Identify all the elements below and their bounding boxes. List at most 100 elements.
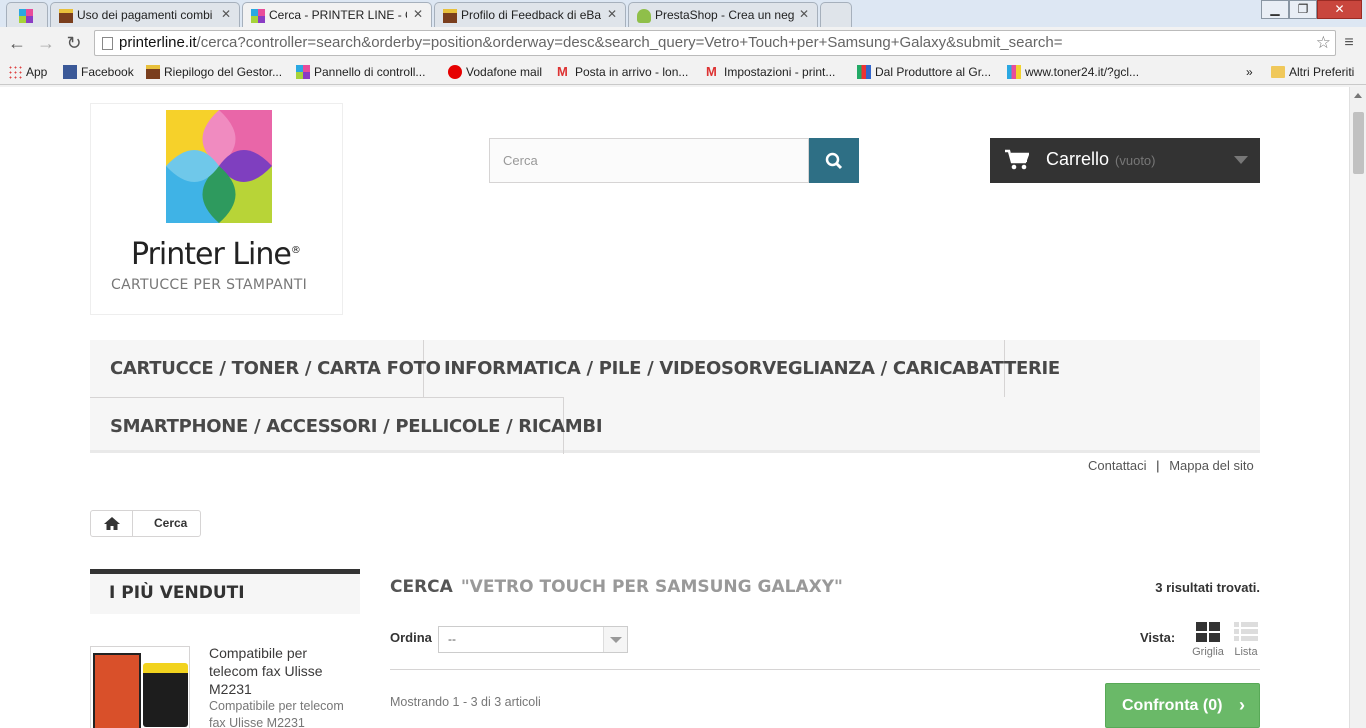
breadcrumb-current: Cerca [154, 516, 188, 530]
scroll-up-icon[interactable] [1354, 93, 1362, 98]
bookmark-gmail-inbox[interactable]: M Posta in arrivo - lon... [557, 63, 688, 81]
sitemap-link[interactable]: Mappa del sito [1169, 458, 1254, 473]
ebay-shop-icon [146, 65, 160, 79]
gmail-icon: M [557, 64, 568, 79]
facebook-icon [63, 65, 77, 79]
prestashop-favicon-icon [637, 9, 651, 23]
close-tab-icon[interactable]: ✕ [221, 7, 231, 21]
tab-pinned[interactable] [6, 2, 48, 27]
home-icon[interactable] [91, 511, 133, 536]
product-image[interactable] [90, 646, 190, 728]
sort-label: Ordina [390, 630, 432, 645]
printerline-favicon-icon [19, 9, 33, 23]
printerline-favicon-icon [251, 9, 265, 23]
grid-view-label: Griglia [1192, 646, 1224, 658]
cart-status: (vuoto) [1115, 153, 1156, 168]
cartridge-box-image [93, 653, 141, 728]
bookmark-produttore[interactable]: Dal Produttore al Gr... [857, 63, 991, 81]
grid-view-button[interactable]: Griglia [1188, 622, 1228, 662]
gmail-icon: M [706, 64, 717, 79]
close-tab-icon[interactable]: ✕ [607, 7, 617, 21]
page-scrollbar[interactable] [1349, 87, 1366, 728]
forward-arrow-icon[interactable]: → [35, 32, 57, 54]
cartridge-image [143, 663, 188, 727]
browser-chrome: Uso dei pagamenti combi ✕ Cerca - PRINTE… [0, 0, 1366, 87]
compare-button[interactable]: Confronta (0) › [1105, 683, 1260, 728]
bookmark-gestore[interactable]: Riepilogo del Gestor... [146, 63, 282, 81]
url-path: /cerca?controller=search&orderby=positio… [196, 34, 1063, 51]
close-tab-icon[interactable]: ✕ [413, 7, 423, 21]
view-label: Vista: [1140, 630, 1176, 645]
bookmark-vodafone[interactable]: Vodafone mail [448, 63, 542, 81]
product-name[interactable]: Compatibile per telecom fax Ulisse M2231 [209, 644, 349, 698]
list-view-label: Lista [1234, 646, 1258, 658]
maximize-icon[interactable]: ❐ [1289, 0, 1317, 19]
contact-link[interactable]: Contattaci [1088, 458, 1147, 473]
showing-count: Mostrando 1 - 3 di 3 articoli [390, 695, 541, 709]
chevron-down-icon [1234, 156, 1248, 164]
bookmark-facebook[interactable]: Facebook [63, 63, 134, 81]
cart-label: Carrello [1046, 149, 1110, 169]
vodafone-icon [448, 65, 462, 79]
main-menu: CARTUCCE / TONER / CARTA FOTO INFORMATIC… [90, 340, 1260, 454]
link-separator: | [1156, 458, 1160, 473]
bookmarks-overflow-icon[interactable]: » [1246, 63, 1253, 81]
sort-select[interactable]: -- [438, 626, 628, 653]
chrome-menu-icon[interactable]: ≡ [1338, 32, 1360, 54]
logo-subtitle: CARTUCCE PER STAMPANTI [111, 277, 308, 293]
bookmark-app[interactable]: App [8, 63, 47, 81]
ebay-shop-favicon-icon [443, 9, 457, 23]
bookmark-gmail-settings[interactable]: M Impostazioni - print... [706, 63, 835, 81]
page-icon [102, 37, 113, 50]
new-tab-button[interactable] [820, 2, 852, 27]
apps-grid-icon [8, 65, 22, 79]
tab-pagamenti[interactable]: Uso dei pagamenti combi ✕ [50, 2, 240, 27]
breadcrumb: Cerca [90, 510, 201, 537]
list-view-button[interactable]: Lista [1231, 622, 1261, 662]
bestsellers-title: I PIÙ VENDUTI [90, 569, 360, 614]
divider [390, 669, 1260, 670]
tab-strip: Uso dei pagamenti combi ✕ Cerca - PRINTE… [0, 0, 1366, 28]
shopping-cart-icon [1005, 149, 1029, 170]
tab-feedback-ebay[interactable]: Profilo di Feedback di eBa ✕ [434, 2, 626, 27]
browser-toolbar: ← → ↻ printerline.it/cerca?controller=se… [0, 27, 1366, 59]
tab-prestashop[interactable]: PrestaShop - Crea un neg ✕ [628, 2, 818, 27]
bookmark-toner24[interactable]: www.toner24.it/?gcl... [1007, 63, 1139, 81]
search-input[interactable]: Cerca [489, 138, 809, 183]
search-query: "VETRO TOUCH PER SAMSUNG GALAXY" [460, 577, 843, 597]
menu-item-cartucce[interactable]: CARTUCCE / TONER / CARTA FOTO [90, 340, 441, 397]
search-icon [825, 152, 843, 169]
colorful-square-logo-icon [166, 110, 272, 223]
bookmark-star-icon[interactable]: ☆ [1311, 31, 1331, 55]
url-host: printerline.it [119, 34, 197, 51]
search-button[interactable] [809, 138, 859, 183]
bars-icon [857, 65, 871, 79]
tab-cerca-printerline[interactable]: Cerca - PRINTER LINE - Ca ✕ [242, 2, 432, 28]
scrollbar-thumb[interactable] [1353, 112, 1364, 174]
results-count: 3 risultati trovati. [1155, 580, 1260, 595]
folder-icon [1271, 66, 1285, 78]
reload-icon[interactable]: ↻ [63, 32, 85, 54]
left-column: I PIÙ VENDUTI Compatibile per telecom fa… [90, 569, 360, 728]
bookmarks-bar: App Facebook Riepilogo del Gestor... Pan… [0, 59, 1366, 85]
top-links: Contattaci | Mappa del sito [1088, 458, 1254, 473]
minimize-icon[interactable]: ▁ [1261, 0, 1289, 19]
page-content: Printer Line® CARTUCCE PER STAMPANTI Cer… [0, 87, 1366, 728]
cart-block[interactable]: Carrello (vuoto) [990, 138, 1260, 183]
list-icon [1234, 622, 1258, 641]
menu-item-informatica[interactable]: INFORMATICA / PILE / VIDEOSORVEGLIANZA /… [424, 340, 1060, 397]
bookmark-folder-altri[interactable]: Altri Preferiti [1271, 63, 1354, 81]
printer-line-logo[interactable]: Printer Line® CARTUCCE PER STAMPANTI [90, 103, 343, 315]
logo-title: Printer Line® [131, 237, 301, 272]
back-arrow-icon[interactable]: ← [6, 32, 28, 54]
printerline-icon [296, 65, 310, 79]
grid-icon [1196, 622, 1220, 642]
ebay-shop-favicon-icon [59, 9, 73, 23]
chevron-right-icon: › [1239, 695, 1245, 715]
window-close-icon[interactable]: ✕ [1317, 0, 1362, 19]
page-heading: CERCA "VETRO TOUCH PER SAMSUNG GALAXY" [390, 577, 843, 597]
bookmark-pannello[interactable]: Pannello di controll... [296, 63, 425, 81]
menu-item-smartphone[interactable]: SMARTPHONE / ACCESSORI / PELLICOLE / RIC… [90, 397, 603, 454]
close-tab-icon[interactable]: ✕ [799, 7, 809, 21]
address-bar[interactable]: printerline.it/cerca?controller=search&o… [94, 30, 1336, 56]
